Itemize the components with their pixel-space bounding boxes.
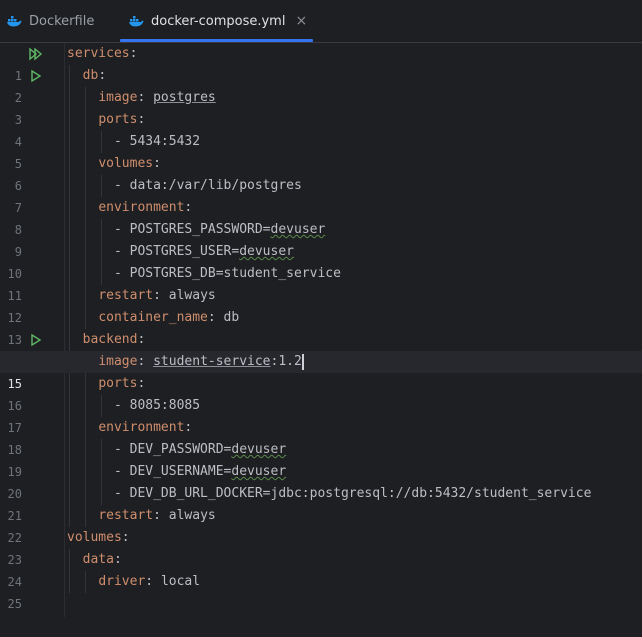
code-line[interactable]: 24 data: <box>0 549 642 589</box>
yaml-value: student-service <box>153 354 271 369</box>
tab-dockerfile[interactable]: Dockerfile <box>6 0 94 42</box>
yaml-key: volumes <box>98 156 154 171</box>
code-line[interactable]: 21 - DEV_DB_URL_DOCKER=jdbc:postgresql:/… <box>0 483 642 523</box>
code-line[interactable]: 11 - POSTGRES_DB=student_service <box>0 263 642 303</box>
docker-icon <box>129 16 144 27</box>
code-line[interactable]: 2 db: <box>0 65 642 105</box>
yaml-value: - DEV_USERNAME= <box>113 464 232 479</box>
yaml-value: always <box>168 288 216 303</box>
code-line[interactable]: 1 services: <box>0 43 642 83</box>
yaml-key: ports <box>98 112 138 127</box>
run-service-icon[interactable] <box>29 69 43 83</box>
code-line[interactable]: 23 volumes: <box>0 527 642 567</box>
code-line[interactable]: 9 - POSTGRES_PASSWORD=devuser <box>0 219 642 259</box>
yaml-key: restart <box>98 288 154 303</box>
code-line[interactable]: 14 backend: <box>0 329 642 369</box>
code-line[interactable]: 19 - DEV_PASSWORD=devuser <box>0 439 642 479</box>
code-line[interactable]: 4 ports: <box>0 109 642 149</box>
yaml-key: environment <box>98 200 185 215</box>
code-line[interactable]: 18 environment: <box>0 417 642 457</box>
code-line[interactable]: 10 - POSTGRES_USER=devuser <box>0 241 642 281</box>
text-caret <box>301 353 304 370</box>
active-tab-indicator <box>120 39 313 42</box>
code-line[interactable]: 22 restart: always <box>0 505 642 545</box>
yaml-key: data <box>82 552 114 567</box>
yaml-key: services <box>67 46 130 61</box>
editor-tab-bar: Dockerfile docker-compose.yml × <box>0 0 642 43</box>
spellcheck-word: devuser <box>270 222 326 237</box>
code-line[interactable]: 16 ports: <box>0 373 642 413</box>
yaml-key: restart <box>98 508 154 523</box>
tab-label: Dockerfile <box>29 13 95 29</box>
docker-icon <box>7 16 22 27</box>
code-line[interactable]: 13 container_name: db <box>0 307 642 347</box>
yaml-value: - POSTGRES_DB=student_service <box>113 266 341 281</box>
yaml-key: environment <box>98 420 185 435</box>
code-line[interactable]: 17 - 8085:8085 <box>0 395 642 435</box>
yaml-key: backend <box>82 332 138 347</box>
yaml-key: image <box>98 354 138 369</box>
yaml-key: container_name <box>98 310 208 325</box>
yaml-value: always <box>168 508 216 523</box>
code-line[interactable]: 12 restart: always <box>0 285 642 325</box>
code-line[interactable]: 25 driver: local <box>0 571 642 611</box>
yaml-key: ports <box>98 376 138 391</box>
yaml-key: db <box>82 68 99 83</box>
code-line[interactable]: 20 - DEV_USERNAME=devuser <box>0 461 642 501</box>
close-tab-icon[interactable]: × <box>295 13 307 29</box>
run-service-icon[interactable] <box>29 333 43 347</box>
yaml-value: local <box>160 574 201 589</box>
yaml-value: - DEV_PASSWORD= <box>113 442 232 457</box>
yaml-value: - DEV_DB_URL_DOCKER=jdbc:postgresql://db… <box>113 486 592 501</box>
yaml-key: driver <box>98 574 146 589</box>
code-line[interactable]: 7 - data:/var/lib/postgres <box>0 175 642 215</box>
yaml-value: db <box>223 310 240 325</box>
code-line[interactable]: 8 environment: <box>0 197 642 237</box>
tab-label: docker-compose.yml <box>151 13 286 29</box>
yaml-value: - 8085:8085 <box>113 398 201 413</box>
spellcheck-word: devuser <box>239 244 294 259</box>
code-line[interactable]: 6 volumes: <box>0 153 642 193</box>
code-line[interactable]: 3 image: postgres <box>0 87 642 127</box>
yaml-value: - data:/var/lib/postgres <box>113 178 302 193</box>
yaml-value: - POSTGRES_USER= <box>113 244 240 259</box>
yaml-value: - POSTGRES_PASSWORD= <box>113 222 271 237</box>
tab-docker-compose[interactable]: docker-compose.yml × <box>128 0 307 42</box>
yaml-key: volumes <box>67 530 122 545</box>
run-all-icon[interactable] <box>29 47 43 61</box>
spellcheck-word: devuser <box>231 442 287 457</box>
yaml-key: image <box>98 90 138 105</box>
code-line-current[interactable]: 15 image: student-service:1.2 <box>0 351 642 391</box>
spellcheck-word: devuser <box>231 464 287 479</box>
code-line[interactable]: 5 - 5434:5432 <box>0 131 642 171</box>
yaml-value: postgres <box>153 90 216 105</box>
yaml-value: - 5434:5432 <box>113 134 201 149</box>
yaml-value: :1.2 <box>270 354 302 369</box>
line-number: 25 <box>7 597 22 611</box>
